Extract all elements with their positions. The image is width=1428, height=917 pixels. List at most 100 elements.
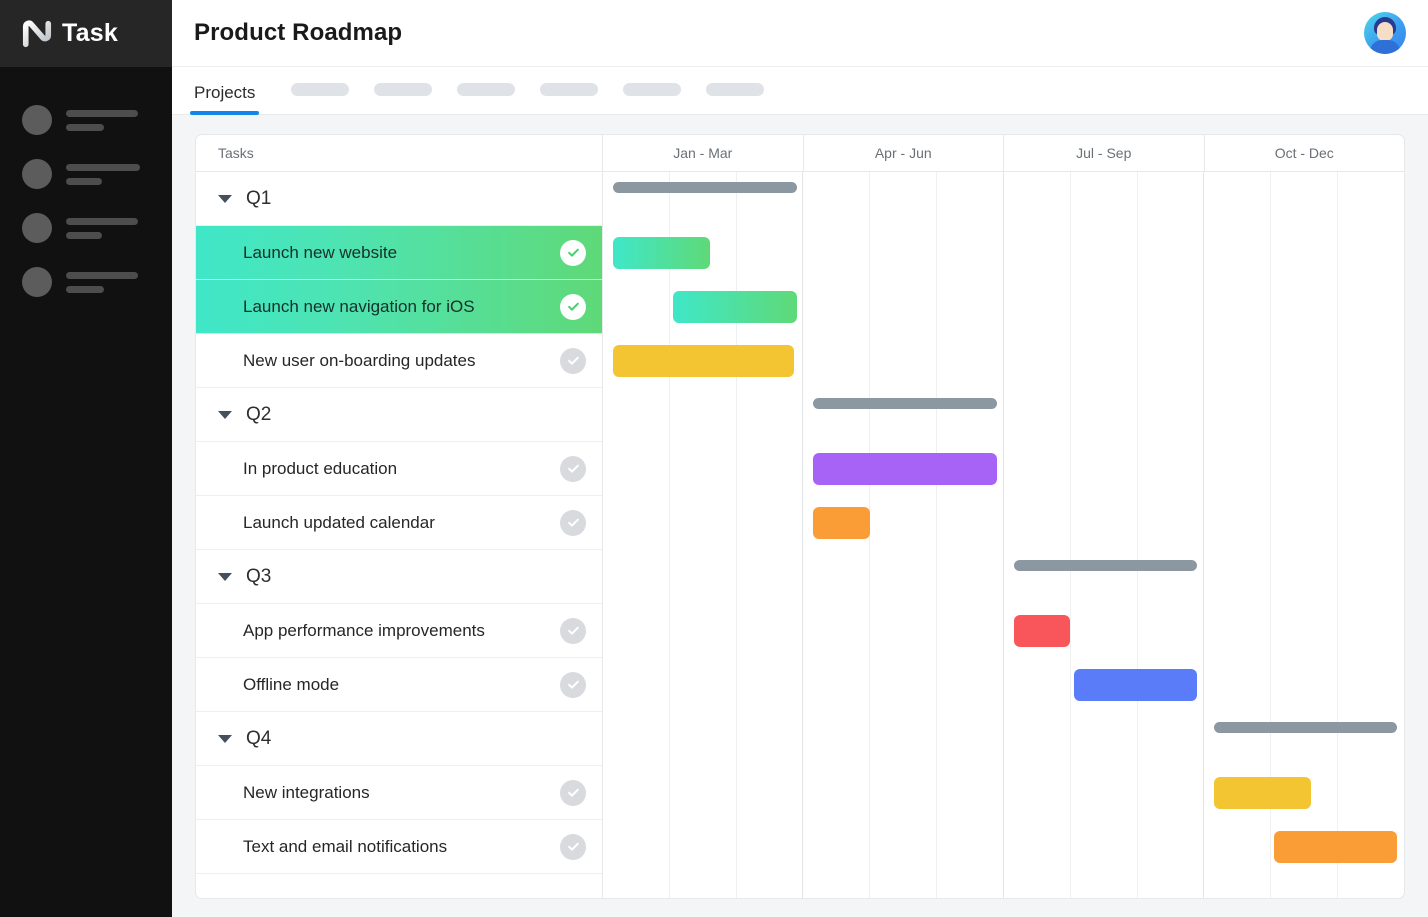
caret-down-icon[interactable]: [218, 195, 232, 203]
table-row[interactable]: App performance improvements: [196, 604, 602, 658]
gantt-bar[interactable]: [813, 453, 997, 485]
sidebar-item-placeholder[interactable]: [0, 255, 172, 309]
group-label: Q2: [246, 404, 271, 426]
sidebar-item-skeleton: [66, 164, 140, 185]
timeline-row: [603, 820, 1404, 874]
gantt-bars: [603, 172, 1404, 899]
sidebar-nav: [0, 67, 172, 309]
timeline-row: [603, 550, 1404, 604]
timeline-row: [603, 712, 1404, 766]
task-label: Offline mode: [243, 675, 560, 695]
caret-down-icon[interactable]: [218, 573, 232, 581]
tab-placeholder[interactable]: [623, 83, 681, 96]
column-header-quarter: Jan - Mar: [603, 135, 804, 171]
sidebar-item-skeleton: [66, 272, 138, 293]
task-label: New user on-boarding updates: [243, 351, 560, 371]
check-circle-icon[interactable]: [560, 240, 586, 266]
sidebar-item-skeleton: [66, 218, 138, 239]
tab-placeholder[interactable]: [540, 83, 598, 96]
group-row[interactable]: Q3: [196, 550, 602, 604]
check-circle-icon[interactable]: [560, 672, 586, 698]
tab-placeholder[interactable]: [291, 83, 349, 96]
content-area: Tasks Jan - Mar Apr - Jun Jul - Sep Oct …: [172, 115, 1428, 917]
tab-placeholder[interactable]: [374, 83, 432, 96]
gantt-bar[interactable]: [613, 345, 794, 377]
group-label: Q1: [246, 188, 271, 210]
summary-bar[interactable]: [1014, 560, 1198, 571]
task-label: Launch new navigation for iOS: [243, 297, 560, 317]
tab-bar: Projects: [172, 67, 1428, 115]
task-label: Launch new website: [243, 243, 560, 263]
app-root: Task: [0, 0, 1428, 917]
brand-name: Task: [62, 19, 118, 48]
tab-placeholder[interactable]: [706, 83, 764, 96]
sidebar-item-skeleton: [66, 110, 138, 131]
gantt-body: Q1 Launch new website Launch new navigatio…: [196, 172, 1404, 899]
timeline-column: [603, 172, 1404, 899]
check-circle-icon[interactable]: [560, 510, 586, 536]
sidebar-item-placeholder[interactable]: [0, 201, 172, 255]
timeline-row-empty: [603, 874, 1404, 899]
tab-placeholder[interactable]: [457, 83, 515, 96]
group-row[interactable]: Q2: [196, 388, 602, 442]
table-row[interactable]: In product education: [196, 442, 602, 496]
check-circle-icon[interactable]: [560, 834, 586, 860]
timeline-row: [603, 496, 1404, 550]
table-row[interactable]: New user on-boarding updates: [196, 334, 602, 388]
summary-bar[interactable]: [813, 398, 997, 409]
brand[interactable]: Task: [0, 0, 172, 67]
sidebar: Task: [0, 0, 172, 917]
table-row[interactable]: Offline mode: [196, 658, 602, 712]
sidebar-item-avatar: [22, 105, 52, 135]
column-header-quarter: Oct - Dec: [1205, 135, 1405, 171]
task-list-column: Q1 Launch new website Launch new navigatio…: [196, 172, 603, 899]
gantt-bar[interactable]: [1014, 615, 1071, 647]
sidebar-item-avatar: [22, 159, 52, 189]
group-row[interactable]: Q4: [196, 712, 602, 766]
check-circle-icon[interactable]: [560, 618, 586, 644]
table-row[interactable]: New integrations: [196, 766, 602, 820]
column-header-tasks: Tasks: [196, 135, 603, 171]
main-area: Product Roadmap Projects Tasks Jan - Mar…: [172, 0, 1428, 917]
gantt-bar[interactable]: [1074, 669, 1197, 701]
top-bar: Product Roadmap: [172, 0, 1428, 67]
sidebar-item-avatar: [22, 267, 52, 297]
group-row[interactable]: Q1: [196, 172, 602, 226]
gantt-header-row: Tasks Jan - Mar Apr - Jun Jul - Sep Oct …: [196, 135, 1404, 172]
table-row[interactable]: Launch updated calendar: [196, 496, 602, 550]
gantt-bar[interactable]: [1214, 777, 1311, 809]
group-label: Q4: [246, 728, 271, 750]
timeline-row: [603, 280, 1404, 334]
gantt-bar[interactable]: [813, 507, 870, 539]
gantt-bar[interactable]: [613, 237, 710, 269]
table-row[interactable]: Launch new navigation for iOS: [196, 280, 602, 334]
column-header-quarter: Jul - Sep: [1004, 135, 1205, 171]
caret-down-icon[interactable]: [218, 735, 232, 743]
table-row[interactable]: Text and email notifications: [196, 820, 602, 874]
sidebar-item-placeholder[interactable]: [0, 93, 172, 147]
gantt-bar[interactable]: [1274, 831, 1397, 863]
check-circle-icon[interactable]: [560, 780, 586, 806]
gantt-bar[interactable]: [673, 291, 796, 323]
sidebar-item-avatar: [22, 213, 52, 243]
sidebar-item-placeholder[interactable]: [0, 147, 172, 201]
timeline-row: [603, 334, 1404, 388]
page-title: Product Roadmap: [194, 19, 402, 47]
task-label: In product education: [243, 459, 560, 479]
timeline-row: [603, 388, 1404, 442]
check-circle-icon[interactable]: [560, 348, 586, 374]
avatar[interactable]: [1364, 12, 1406, 54]
timeline-row: [603, 658, 1404, 712]
summary-bar[interactable]: [1214, 722, 1398, 733]
tab-projects[interactable]: Projects: [194, 83, 255, 114]
table-row[interactable]: Launch new website: [196, 226, 602, 280]
timeline-row: [603, 604, 1404, 658]
caret-down-icon[interactable]: [218, 411, 232, 419]
gantt-card: Tasks Jan - Mar Apr - Jun Jul - Sep Oct …: [195, 134, 1405, 899]
group-label: Q3: [246, 566, 271, 588]
summary-bar[interactable]: [613, 182, 797, 193]
task-label: Launch updated calendar: [243, 513, 560, 533]
timeline-row: [603, 226, 1404, 280]
check-circle-icon[interactable]: [560, 294, 586, 320]
check-circle-icon[interactable]: [560, 456, 586, 482]
